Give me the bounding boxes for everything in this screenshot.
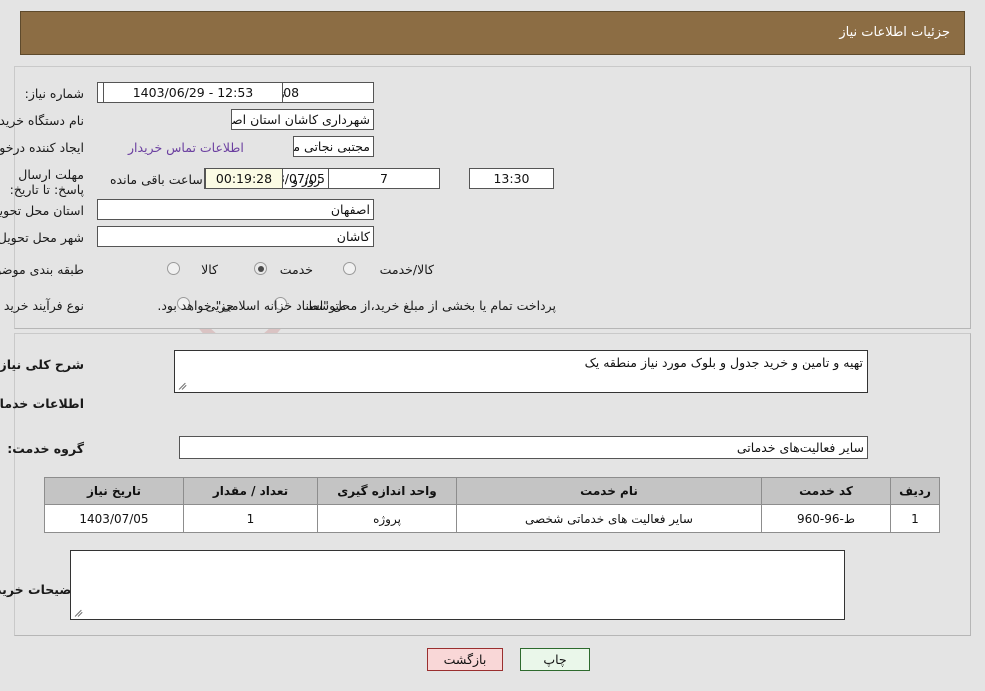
remaining-time-value: 00:19:28 [205, 168, 283, 189]
need-number-label: شماره نیاز: [24, 86, 84, 101]
deadline-hour-value: 13:30 [469, 168, 554, 189]
radio-category-kala-khedmat-label: کالا/خدمت [379, 262, 434, 277]
table-header-row: ردیف کد خدمت نام خدمت واحد اندازه گیری ت… [44, 477, 940, 505]
cell-radif: 1 [890, 504, 940, 533]
back-button[interactable]: بازگشت [427, 648, 503, 671]
table-row: 1 ط-96-960 سایر فعالیت های خدماتی شخصی پ… [44, 504, 940, 533]
page-title: جزئیات اطلاعات نیاز [839, 25, 950, 40]
service-group-value: سایر فعالیت‌های خدماتی [179, 436, 868, 459]
need-desc-label: شرح کلی نیاز: [0, 357, 84, 372]
col-radif: ردیف [890, 477, 940, 505]
services-table: ردیف کد خدمت نام خدمت واحد اندازه گیری ت… [44, 477, 940, 533]
col-name: نام خدمت [456, 477, 762, 505]
cell-date: 1403/07/05 [44, 504, 184, 533]
buyer-org-value: شهرداری کاشان استان اصفهان [231, 109, 374, 130]
radio-category-khedmat-label: خدمت [279, 262, 313, 277]
cell-unit: پروژه [317, 504, 457, 533]
print-button[interactable]: چاپ [520, 648, 590, 671]
radio-category-khedmat[interactable] [254, 262, 267, 275]
remaining-days-label: روز و [292, 172, 321, 187]
col-code: کد خدمت [761, 477, 891, 505]
remaining-time-label: ساعت باقی مانده [110, 172, 203, 187]
remaining-days-value: 7 [328, 168, 440, 189]
services-info-title: اطلاعات خدمات مورد نیاز [0, 396, 84, 411]
process-label: نوع فرآیند خرید : [0, 298, 84, 313]
province-label: استان محل تحویل: [0, 203, 84, 218]
resize-grip-icon-2[interactable] [73, 606, 85, 618]
requester-value: مجتبی نجاتی مقدم کاربرداز منطقه 1 شهردار… [293, 136, 374, 157]
cell-code: ط-96-960 [761, 504, 891, 533]
need-summary-panel [14, 66, 971, 329]
page-root: AriaTender.net جزئیات اطلاعات نیاز شماره… [0, 0, 985, 691]
province-value: اصفهان [97, 199, 374, 220]
radio-category-kala-label: کالا [201, 262, 218, 277]
cell-name: سایر فعالیت های خدماتی شخصی [456, 504, 762, 533]
buyer-contact-link[interactable]: اطلاعات تماس خریدار [128, 140, 244, 155]
need-desc-textarea[interactable]: تهیه و تامین و خرید جدول و بلوک مورد نیا… [174, 350, 868, 393]
col-date: تاریخ نیاز [44, 477, 184, 505]
col-unit: واحد اندازه گیری [317, 477, 457, 505]
payment-note: پرداخت تمام یا بخشی از مبلغ خرید،از محل … [157, 298, 556, 313]
cell-qty: 1 [183, 504, 318, 533]
announce-datetime-value: 12:53 - 1403/06/29 [103, 82, 283, 103]
col-qty: تعداد / مقدار [183, 477, 318, 505]
buyer-notes-textarea[interactable] [70, 550, 845, 620]
deadline-label: مهلت ارسال پاسخ: تا تاریخ: [9, 167, 84, 197]
category-label: طبقه بندی موضوعی: [0, 262, 84, 277]
page-header-bar: جزئیات اطلاعات نیاز [20, 11, 965, 55]
city-label: شهر محل تحویل: [0, 230, 84, 245]
buyer-org-label: نام دستگاه خریدار: [0, 113, 84, 128]
radio-category-kala[interactable] [167, 262, 180, 275]
service-group-label: گروه خدمت: [7, 441, 84, 456]
need-desc-value: تهیه و تامین و خرید جدول و بلوک مورد نیا… [584, 355, 863, 370]
requester-label: ایجاد کننده درخواست: [0, 140, 84, 155]
radio-category-kala-khedmat[interactable] [343, 262, 356, 275]
resize-grip-icon[interactable] [177, 379, 189, 391]
city-value: کاشان [97, 226, 374, 247]
